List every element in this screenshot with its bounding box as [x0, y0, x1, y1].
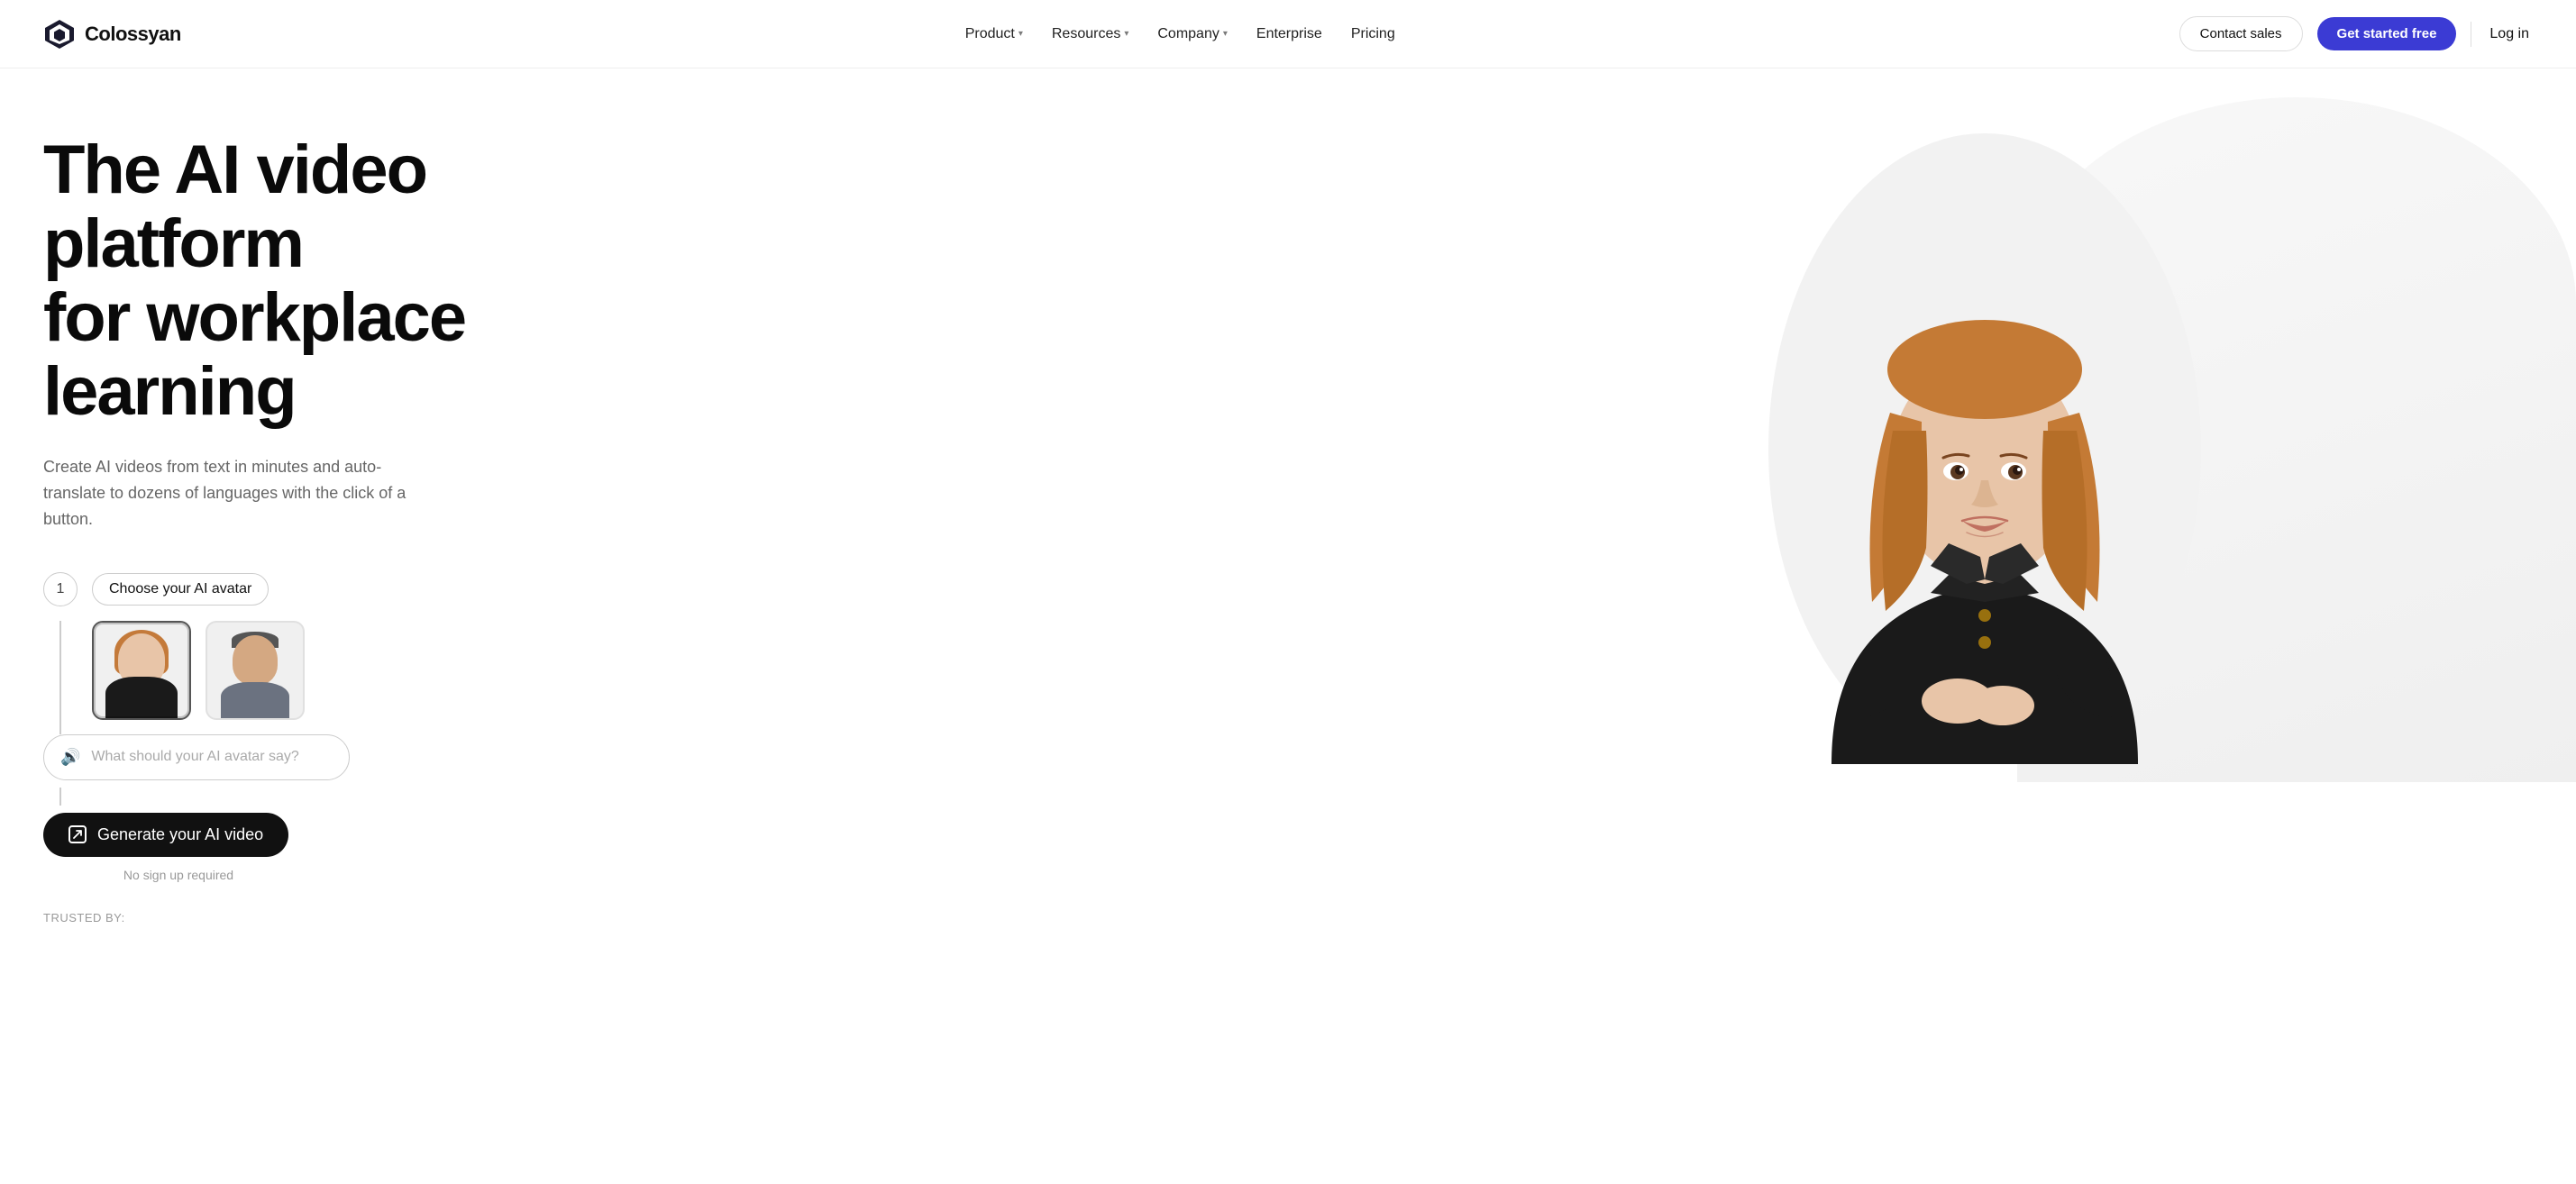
login-button[interactable]: Log in: [2486, 19, 2533, 50]
avatar-female-head: [118, 633, 165, 686]
avatar-section: [43, 621, 674, 734]
step-1-row: 1 Choose your AI avatar: [43, 572, 674, 606]
nav-company[interactable]: Company ▾: [1146, 19, 1238, 50]
avatar-text-input[interactable]: 🔊 What should your AI avatar say?: [43, 734, 350, 780]
nav-product[interactable]: Product ▾: [955, 19, 1034, 50]
avatar-male-head: [233, 635, 278, 685]
nav-enterprise[interactable]: Enterprise: [1246, 19, 1333, 50]
nav-links: Product ▾ Resources ▾ Company ▾ Enterpri…: [955, 19, 1406, 50]
avatar-grid: [92, 621, 305, 720]
hero-title: The AI video platform for workplace lear…: [43, 133, 674, 429]
company-chevron-icon: ▾: [1223, 29, 1228, 39]
demo-area: 1 Choose your AI avatar: [43, 572, 674, 924]
resources-chevron-icon: ▾: [1124, 29, 1128, 39]
external-link-icon: [69, 825, 87, 843]
avatar-male-card[interactable]: [206, 621, 305, 720]
nav-resources[interactable]: Resources ▾: [1041, 19, 1140, 50]
step-1-label: Choose your AI avatar: [92, 573, 269, 606]
step-1-number: 1: [43, 572, 78, 606]
hero-subtitle: Create AI videos from text in minutes an…: [43, 454, 422, 532]
connector-3: [59, 788, 61, 806]
step-line-1: [43, 621, 78, 734]
avatar-male-body: [221, 682, 289, 718]
hero-person-illustration: [1759, 133, 2210, 764]
nav-pricing[interactable]: Pricing: [1340, 19, 1406, 50]
colossyan-logo-icon: [43, 18, 76, 50]
connector-line-1: [59, 621, 61, 734]
avatar-female-card[interactable]: [92, 621, 191, 720]
generate-button[interactable]: Generate your AI video: [43, 813, 288, 857]
logo-link[interactable]: Colossyan: [43, 18, 181, 50]
avatar-text-placeholder: What should your AI avatar say?: [91, 749, 298, 765]
hero-image-area: [1438, 133, 2533, 764]
avatar-female-hair: [114, 630, 169, 675]
logo-text: Colossyan: [85, 23, 181, 46]
trusted-by-text: TRUSTED BY:: [43, 911, 674, 924]
avatar-female-body: [105, 677, 178, 718]
nav-actions: Contact sales Get started free Log in: [2179, 16, 2533, 51]
get-started-button[interactable]: Get started free: [2317, 17, 2457, 50]
speaker-icon: 🔊: [60, 748, 80, 767]
contact-sales-button[interactable]: Contact sales: [2179, 16, 2303, 51]
navigation: Colossyan Product ▾ Resources ▾ Company …: [0, 0, 2576, 68]
product-chevron-icon: ▾: [1019, 29, 1023, 39]
hero-content: The AI video platform for workplace lear…: [43, 133, 674, 924]
no-signup-text: No sign up required: [43, 868, 314, 882]
hero-section: The AI video platform for workplace lear…: [0, 68, 2576, 1184]
